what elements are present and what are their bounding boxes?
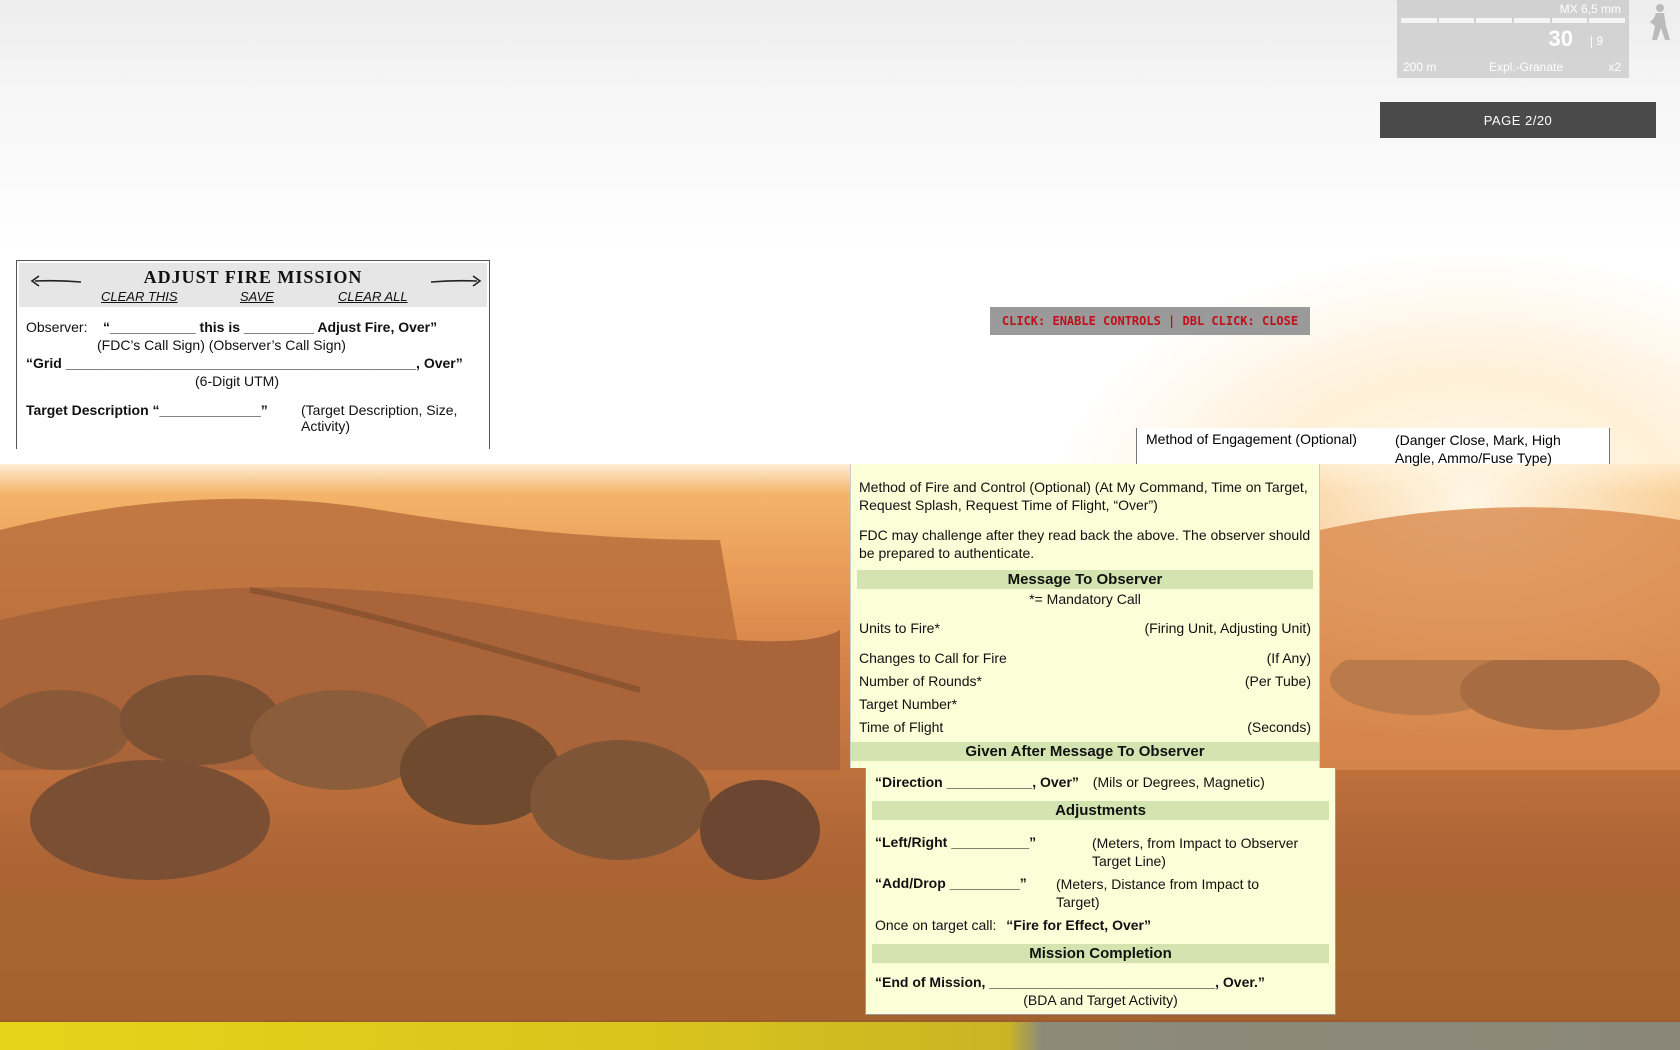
mto-row: Time of Flight (Seconds): [859, 719, 1311, 735]
save-button[interactable]: SAVE: [240, 289, 274, 304]
adjustments-heading: Adjustments: [872, 801, 1329, 820]
engagement-label: Method of Engagement (Optional): [1146, 431, 1357, 447]
mto-heading: Message To Observer: [857, 570, 1313, 589]
mto-row: Number of Rounds* (Per Tube): [859, 673, 1311, 689]
target-number-label: Target Number*: [859, 696, 958, 712]
given-after-heading: Given After Message To Observer: [851, 742, 1319, 761]
stance-soldier-icon: [1650, 4, 1670, 40]
ammo-type: Expl.-Granate: [1489, 60, 1564, 74]
fire-for-effect-call: “Fire for Effect, Over”: [1006, 917, 1151, 933]
clear-this-button[interactable]: CLEAR THIS: [101, 289, 178, 304]
units-to-fire-label: Units to Fire*: [859, 620, 940, 636]
magazine-count: | 9: [1589, 34, 1603, 48]
card-title: ADJUST FIRE MISSION: [143, 267, 363, 287]
mandatory-note: *= Mandatory Call: [1029, 591, 1141, 607]
changes-note: (If Any): [1266, 650, 1311, 666]
observer-sub: (FDC’s Call Sign) (Observer’s Call Sign): [97, 337, 346, 353]
fdc-challenge-note: FDC may challenge after they read back t…: [859, 527, 1311, 561]
card-titlebar: ADJUST FIRE MISSION CLEAR THIS SAVE CLEA…: [19, 263, 487, 307]
ammo-count: 30: [1548, 26, 1573, 51]
adjustments-card: “Direction ___________, Over” (Mils or D…: [865, 768, 1336, 1015]
zeroing-range: 200 m: [1403, 60, 1437, 74]
rounds-label: Number of Rounds*: [859, 673, 982, 689]
direction-call[interactable]: “Direction ___________, Over”: [875, 774, 1079, 790]
time-of-flight-label: Time of Flight: [859, 719, 944, 735]
grid-line[interactable]: “Grid __________________________________…: [26, 355, 463, 371]
time-of-flight-note: (Seconds): [1247, 719, 1311, 735]
direction-note: (Mils or Degrees, Magnetic): [1092, 774, 1265, 790]
end-of-mission-note: (BDA and Target Activity): [1023, 992, 1178, 1008]
target-note: (Target Description, Size, Activity): [301, 402, 458, 434]
add-drop-call[interactable]: “Add/Drop _________”: [875, 875, 1027, 891]
observer-call[interactable]: “___________ this is _________ Adjust Fi…: [103, 319, 437, 335]
weapon-name: MX 6,5 mm: [1559, 2, 1621, 16]
engagement-note: (Danger Close, Mark, High Angle, Ammo/Fu…: [1395, 432, 1561, 466]
rounds-note: (Per Tube): [1244, 673, 1311, 689]
end-of-mission-call[interactable]: “End of Mission, _______________________…: [875, 974, 1265, 990]
page-indicator: PAGE 2/20: [1380, 102, 1656, 138]
mto-row: Target Number*: [859, 696, 1311, 712]
controls-hint[interactable]: CLICK: ENABLE CONTROLS | DBL CLICK: CLOS…: [990, 307, 1310, 335]
adjust-fire-card-header: ADJUST FIRE MISSION CLEAR THIS SAVE CLEA…: [16, 260, 490, 449]
health-bar: [1401, 18, 1626, 23]
game-world-background: [0, 0, 1680, 1050]
weapon-hud: MX 6,5 mm 30 | 9 200 m Expl.-Granate x2: [1397, 0, 1629, 78]
clear-all-button[interactable]: CLEAR ALL: [338, 289, 408, 304]
mto-row: Units to Fire* (Firing Unit, Adjusting U…: [859, 620, 1311, 636]
ground-strip: [0, 1022, 1680, 1050]
stone-wall: [0, 660, 1680, 1020]
target-description[interactable]: Target Description “_____________”: [26, 402, 268, 418]
mto-row: Changes to Call for Fire (If Any): [859, 650, 1311, 666]
message-to-observer-card: Method of Fire and Control (Optional) (A…: [850, 464, 1320, 768]
units-to-fire-note: (Firing Unit, Adjusting Unit): [1144, 620, 1311, 636]
changes-label: Changes to Call for Fire: [859, 650, 1007, 666]
once-on-target-label: Once on target call:: [875, 917, 997, 933]
add-drop-note: (Meters, Distance from Impact to Target): [1056, 876, 1260, 910]
observer-label: Observer:: [26, 319, 88, 335]
left-right-call[interactable]: “Left/Right __________”: [875, 834, 1036, 850]
next-page-arrow-icon[interactable]: [431, 273, 483, 289]
zoom-level: x2: [1608, 60, 1621, 74]
grid-sub: (6-Digit UTM): [195, 373, 279, 389]
method-of-engagement-fragment: Method of Engagement (Optional) (Danger …: [1136, 428, 1610, 466]
left-right-note: (Meters, from Impact to Observer Target …: [1092, 835, 1299, 869]
method-of-fire: Method of Fire and Control (Optional) (A…: [859, 479, 1308, 513]
mission-completion-heading: Mission Completion: [872, 944, 1329, 963]
